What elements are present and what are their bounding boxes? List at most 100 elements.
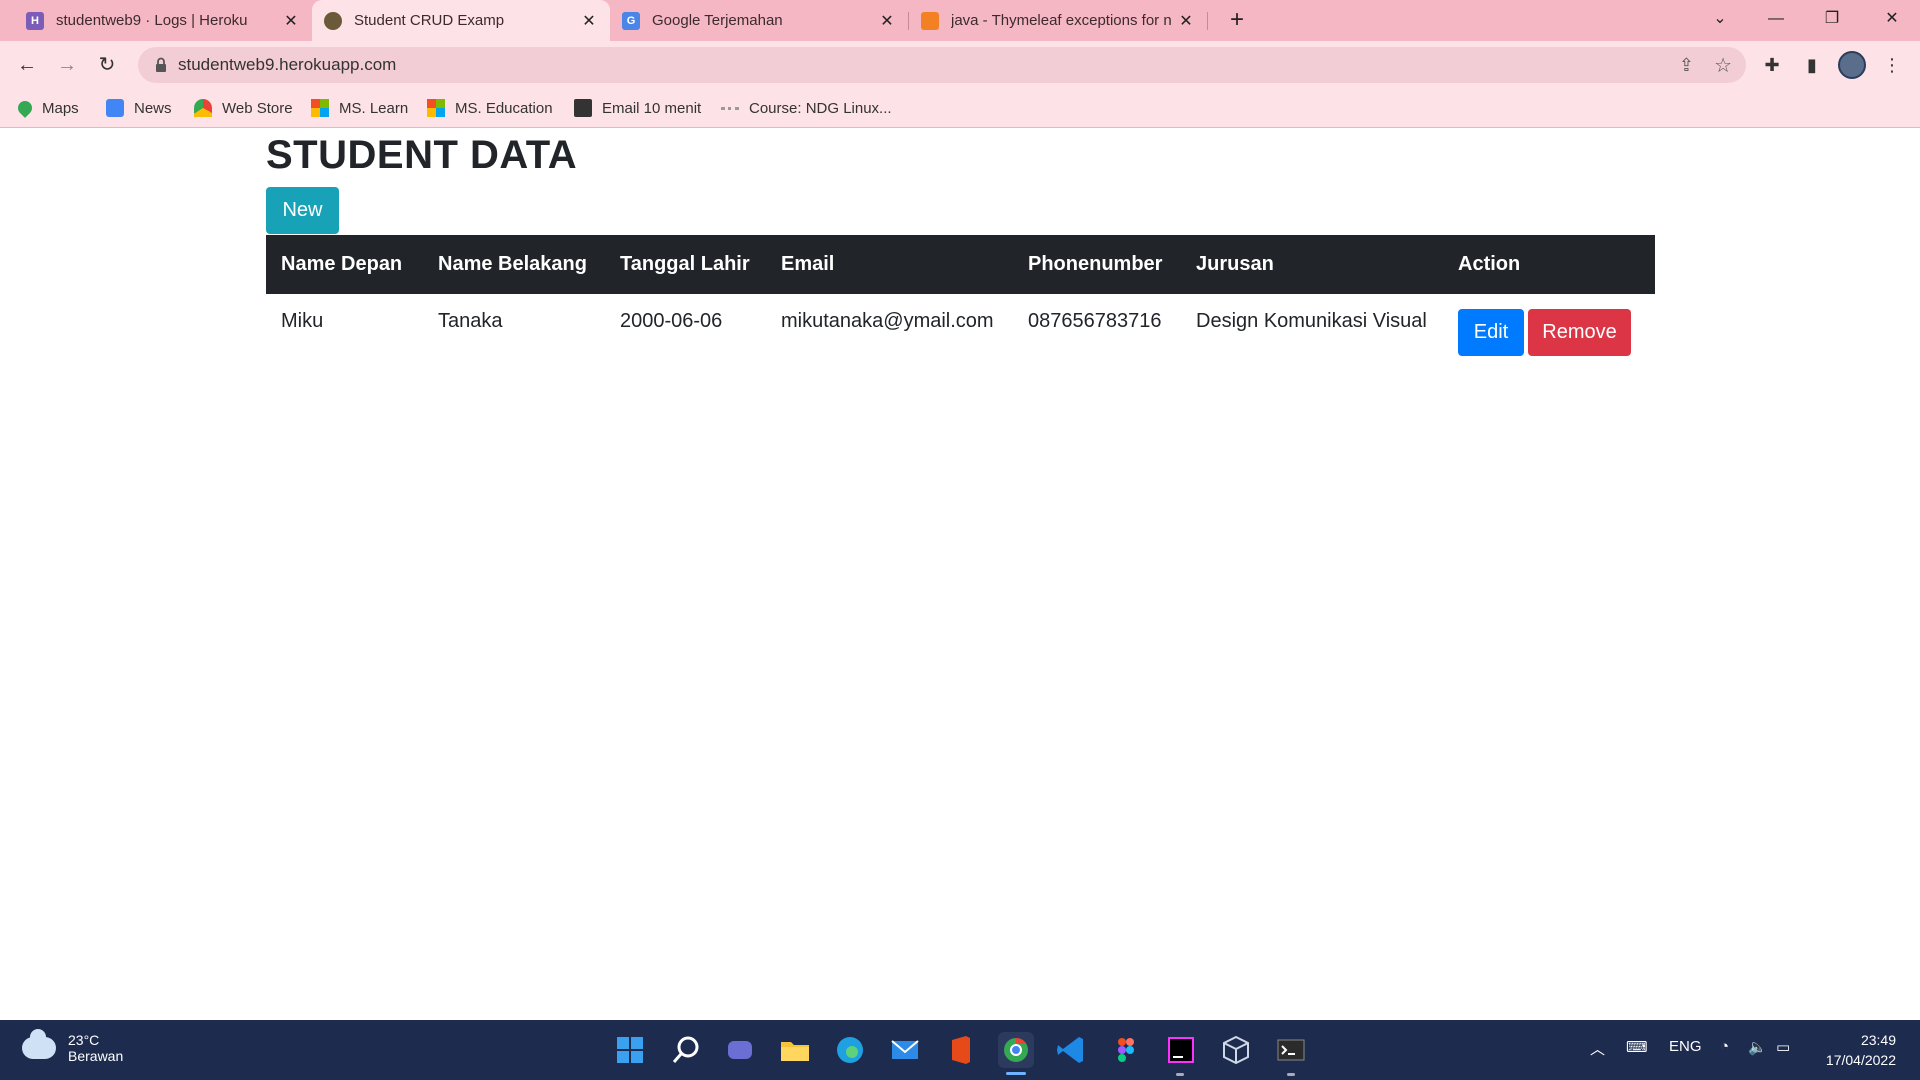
close-icon[interactable]: ✕ [282,11,300,31]
wifi-icon[interactable]: ◔ [1720,1038,1729,1055]
tab-stackoverflow[interactable]: java - Thymeleaf exceptions for n ✕ [909,0,1207,41]
bookmark-label: Maps [42,99,79,117]
remove-button[interactable]: Remove [1528,309,1631,356]
page-content: STUDENT DATA New Name Depan Name Belakan… [0,128,1920,1020]
forward-arrow-icon[interactable]: → [51,49,83,81]
lock-icon [156,57,166,72]
cell-email: mikutanaka@ymail.com [781,310,994,332]
cell-phone: 087656783716 [1028,310,1162,332]
bookmark-label: News [134,99,172,117]
tab-title: java - Thymeleaf exceptions for n [951,12,1172,29]
column-header: Jurusan [1196,253,1274,275]
tab-heroku-logs[interactable]: H studentweb9 · Logs | Heroku ✕ [14,0,312,41]
active-app-indicator [1006,1072,1026,1075]
vscode-icon[interactable] [1053,1032,1089,1068]
tab-student-crud[interactable]: Student CRUD Examp ✕ [312,0,610,41]
close-icon[interactable]: ✕ [878,11,896,31]
site-favicon-icon [324,11,342,30]
bookmark-label: Web Store [222,99,293,117]
tab-title: Google Terjemahan [652,12,783,29]
chrome-icon[interactable] [998,1032,1034,1068]
cisco-icon [721,107,739,115]
close-icon[interactable]: ✕ [580,11,598,31]
bookmark-email-10-menit[interactable]: Email 10 menit [574,97,701,119]
address-bar[interactable]: studentweb9.herokuapp.com ⇪ ☆ [138,47,1746,83]
bookmark-ndg-linux[interactable]: Course: NDG Linux... [721,97,892,119]
bookmark-star-icon[interactable]: ☆ [1714,53,1732,78]
column-header: Action [1458,253,1521,275]
restore-icon[interactable]: ❐ [1804,0,1860,41]
minimize-icon[interactable]: — [1748,0,1804,41]
cell-birth-date: 2000-06-06 [620,310,723,332]
open-app-indicator [1176,1073,1184,1076]
share-icon[interactable]: ⇪ [1679,55,1694,76]
extensions-puzzle-icon[interactable]: ✚ [1758,51,1786,79]
bookmark-label: MS. Learn [339,99,409,117]
stackoverflow-icon [921,11,939,30]
kebab-menu-icon[interactable]: ⋮ [1878,51,1906,79]
back-arrow-icon[interactable]: ← [11,49,43,81]
bookmark-label: MS. Education [455,99,553,117]
cell-last-name: Tanaka [438,310,503,332]
profile-avatar[interactable] [1838,51,1866,79]
edit-button[interactable]: Edit [1458,309,1524,356]
windows-taskbar: 23°C Berawan ︿ ⌨ ENG ◔ 🔈 ▭ 23:49 17/04/2… [0,1020,1920,1080]
figma-icon[interactable] [1108,1032,1144,1068]
browser-tab-strip: H studentweb9 · Logs | Heroku ✕ Student … [0,0,1920,41]
keyboard-icon[interactable]: ⌨ [1626,1038,1648,1056]
bookmark-ms-learn[interactable]: MS. Learn [311,97,408,119]
bookmark-maps[interactable]: Maps [15,97,79,119]
terminal-icon[interactable] [1273,1032,1309,1068]
microsoft-logo-icon [427,99,445,117]
column-header: Phonenumber [1028,253,1163,275]
side-panel-icon[interactable]: ▮ [1798,51,1826,79]
virtualbox-cube-icon[interactable] [1218,1032,1254,1068]
clock-time: 23:49 [1860,1032,1896,1048]
show-hidden-icons-chevron-icon[interactable]: ︿ [1590,1038,1605,1059]
new-student-button[interactable]: New [266,187,339,234]
microsoft-logo-icon [311,99,329,117]
column-header: Email [781,253,835,275]
web-store-icon [194,99,212,117]
teams-chat-icon[interactable] [722,1032,758,1068]
cell-major: Design Komunikasi Visual [1196,310,1427,332]
edge-browser-icon[interactable] [832,1032,868,1068]
bookmark-ms-education[interactable]: MS. Education [427,97,553,119]
language-indicator[interactable]: ENG [1669,1038,1702,1055]
bookmark-news[interactable]: News [106,97,172,119]
system-clock[interactable]: 23:49 17/04/2022 [1826,1030,1896,1070]
table-header-row: Name Depan Name Belakang Tanggal Lahir E… [266,235,1655,294]
bookmark-label: Course: NDG Linux... [749,99,892,117]
close-icon[interactable]: ✕ [1177,11,1195,31]
cloud-icon [22,1029,56,1059]
cell-first-name: Miku [281,310,324,332]
close-window-icon[interactable]: ✕ [1864,0,1920,41]
bookmarks-bar: Maps News Web Store MS. Learn MS. Educat… [0,89,1920,128]
file-explorer-icon[interactable] [777,1032,813,1068]
volume-icon[interactable]: 🔈 [1748,1038,1767,1056]
weather-widget[interactable]: 23°C Berawan [22,1029,124,1064]
reload-icon[interactable]: ↻ [91,49,123,81]
tab-title: studentweb9 · Logs | Heroku [56,12,248,29]
office-icon[interactable] [942,1032,978,1068]
search-icon[interactable] [668,1032,704,1068]
browser-toolbar: ← → ↻ studentweb9.herokuapp.com ⇪ ☆ ✚ ▮ … [0,41,1920,89]
bookmark-web-store[interactable]: Web Store [194,97,293,119]
tab-google-translate[interactable]: G Google Terjemahan ✕ [610,0,908,41]
battery-icon[interactable]: ▭ [1776,1038,1790,1056]
table-row: Miku Tanaka 2000-06-06 mikutanaka@ymail.… [266,294,1655,372]
mail-icon[interactable] [887,1032,923,1068]
news-icon [106,99,124,117]
weather-temperature: 23°C [68,1032,100,1048]
email-10-icon [574,99,592,117]
weather-condition: Berawan [68,1048,124,1064]
clock-date: 17/04/2022 [1825,1052,1896,1068]
page-title: STUDENT DATA [266,133,578,177]
cell-actions: Edit Remove [1443,294,1655,372]
windows-start-icon[interactable] [612,1032,648,1068]
student-table: Name Depan Name Belakang Tanggal Lahir E… [266,235,1655,372]
tab-search-chevron-icon[interactable]: ⌄ [1692,0,1748,41]
intellij-icon[interactable] [1163,1032,1199,1068]
new-tab-plus-icon[interactable]: + [1222,5,1252,35]
maps-pin-icon [15,98,35,118]
